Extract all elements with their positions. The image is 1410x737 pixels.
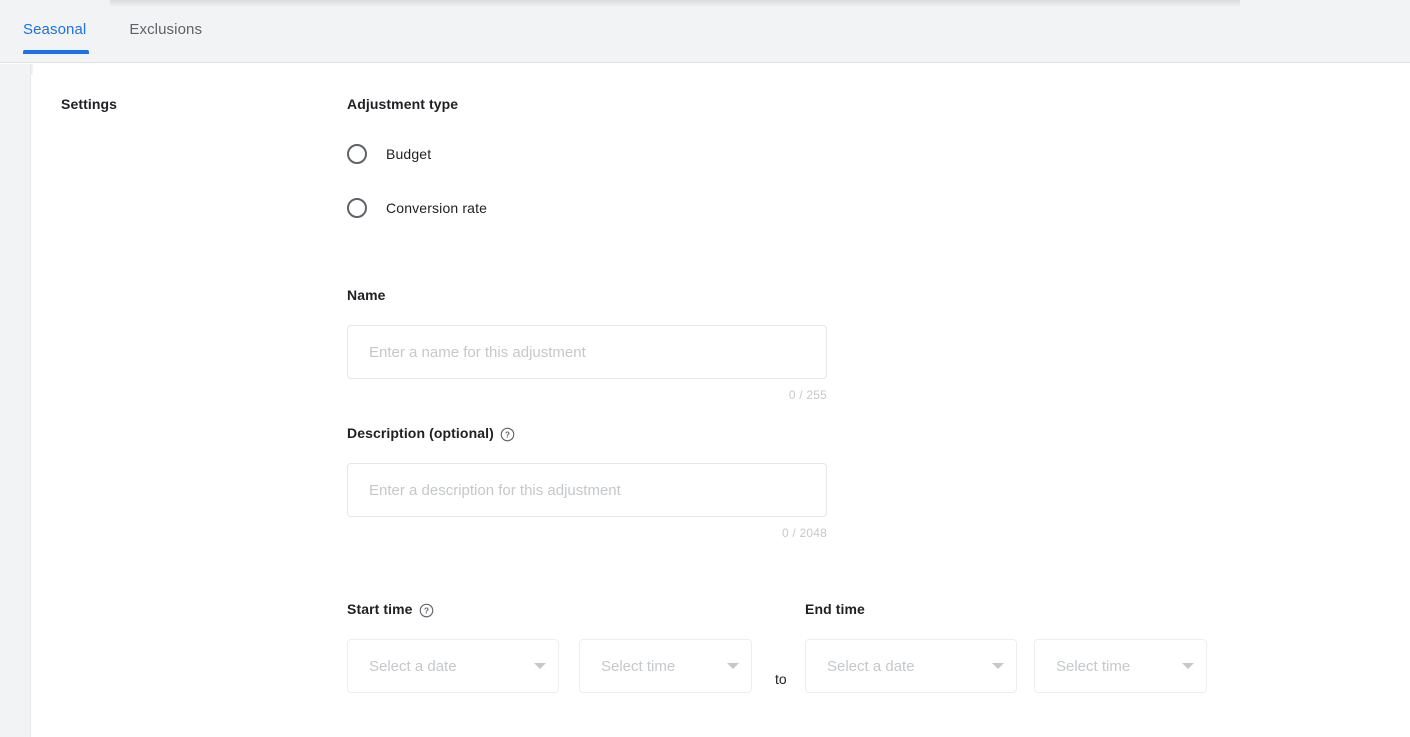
chevron-down-icon — [534, 663, 546, 669]
tab-seasonal-label: Seasonal — [23, 22, 86, 41]
tab-seasonal[interactable]: Seasonal — [23, 0, 86, 63]
start-time-label: Start time ? — [347, 601, 434, 617]
start-time-select[interactable]: Select time — [579, 639, 752, 693]
radio-option-conversion-rate[interactable]: Conversion rate — [347, 198, 487, 218]
chevron-down-icon — [727, 663, 739, 669]
description-label-text: Description (optional) — [347, 425, 494, 441]
help-circle-icon[interactable]: ? — [419, 603, 434, 618]
description-label: Description (optional) ? — [347, 425, 515, 441]
end-time-label-text: End time — [805, 601, 865, 617]
description-character-counter: 0 / 2048 — [347, 526, 827, 540]
end-date-select[interactable]: Select a date — [805, 639, 1017, 693]
tab-list: Seasonal Exclusions — [23, 0, 245, 63]
adjustment-type-label: Adjustment type — [347, 96, 458, 112]
radio-budget-circle[interactable] — [347, 144, 367, 164]
tab-exclusions[interactable]: Exclusions — [129, 0, 202, 63]
help-circle-icon[interactable]: ? — [500, 427, 515, 442]
chevron-down-icon — [992, 663, 1004, 669]
radio-option-budget[interactable]: Budget — [347, 144, 431, 164]
start-date-value: Select a date — [369, 658, 526, 675]
adjustment-type-label-text: Adjustment type — [347, 96, 458, 112]
chevron-down-icon — [1182, 663, 1194, 669]
end-date-value: Select a date — [827, 658, 984, 675]
start-time-label-text: Start time — [347, 601, 413, 617]
start-time-value: Select time — [601, 658, 719, 675]
range-separator: to — [775, 671, 787, 687]
tab-exclusions-label: Exclusions — [129, 22, 202, 41]
end-time-value: Select time — [1056, 658, 1174, 675]
settings-card: Settings Adjustment type Budget Conversi… — [31, 75, 1410, 737]
name-label: Name — [347, 287, 386, 303]
radio-conversion-rate-label: Conversion rate — [386, 200, 487, 216]
end-time-label: End time — [805, 601, 865, 617]
svg-text:?: ? — [505, 430, 510, 439]
svg-text:?: ? — [424, 606, 429, 615]
tab-bar: Seasonal Exclusions — [0, 0, 1410, 63]
end-time-select[interactable]: Select time — [1034, 639, 1207, 693]
section-title: Settings — [61, 96, 117, 112]
name-label-text: Name — [347, 287, 386, 303]
name-input[interactable] — [347, 325, 827, 379]
radio-conversion-rate-circle[interactable] — [347, 198, 367, 218]
radio-budget-label: Budget — [386, 146, 431, 162]
name-character-counter: 0 / 255 — [347, 388, 827, 402]
start-date-select[interactable]: Select a date — [347, 639, 559, 693]
description-input[interactable] — [347, 463, 827, 517]
left-gutter — [0, 64, 30, 737]
